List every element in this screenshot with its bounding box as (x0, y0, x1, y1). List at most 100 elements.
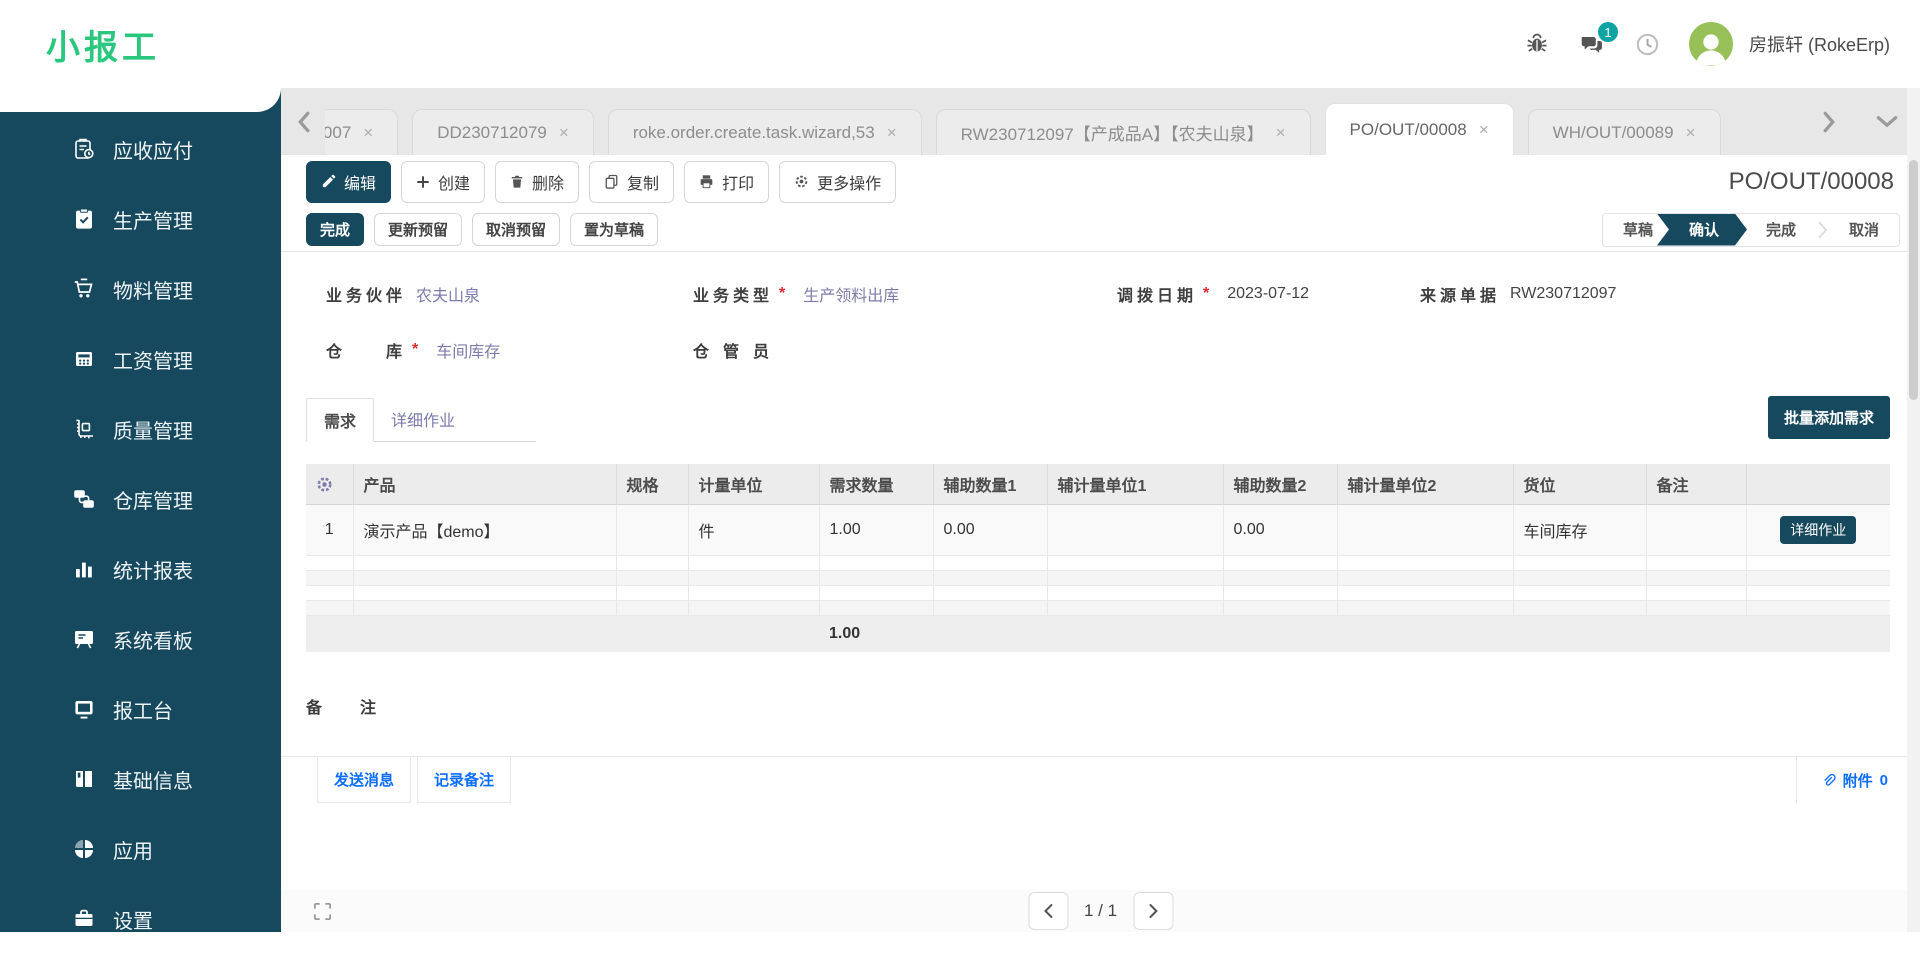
warehouse-value-link[interactable]: 车间库存 (436, 338, 500, 362)
header-rounded-corner (0, 88, 281, 112)
field-label: 仓库 (326, 344, 402, 361)
table-row-empty (306, 585, 1890, 601)
sidebar-item-settings[interactable]: 设置 (0, 884, 281, 954)
debug-bug-icon[interactable] (1524, 31, 1550, 57)
sidebar-item-work-terminal[interactable]: 报工台 (0, 674, 281, 744)
chevron-right-icon (1818, 214, 1827, 246)
update-reservation-button[interactable]: 更新预留 (374, 213, 463, 246)
pager-previous-button[interactable] (1027, 892, 1068, 930)
close-icon[interactable]: × (559, 123, 569, 143)
create-button[interactable]: 创建 (401, 160, 486, 203)
pager-next-button[interactable] (1133, 892, 1174, 930)
more-actions-button[interactable]: 更多操作 (779, 160, 897, 203)
tab-demand[interactable]: 需求 (306, 398, 375, 442)
cancel-reservation-button[interactable]: 取消预留 (472, 213, 561, 246)
tabs-list-chevron-down-icon[interactable] (1876, 115, 1898, 128)
close-icon[interactable]: × (1686, 123, 1696, 143)
column-config-cell[interactable] (306, 464, 354, 505)
close-icon[interactable]: × (1479, 120, 1489, 140)
sidebar-item-quality[interactable]: 质量管理 (0, 394, 281, 464)
scrollbar-thumb[interactable] (1909, 160, 1918, 400)
tab-detailed-operations[interactable]: 详细作业 (374, 398, 472, 441)
tab-document-wh-out-00089[interactable]: WH/OUT/00089 × (1527, 109, 1721, 155)
receivable-payable-icon (72, 137, 96, 161)
edit-button[interactable]: 编辑 (306, 160, 392, 203)
partner-value-link[interactable]: 农夫山泉 (416, 282, 480, 306)
payroll-icon (72, 347, 96, 371)
tabs-scroll-right-icon[interactable] (1823, 111, 1836, 133)
status-step-done[interactable]: 完成 (1746, 214, 1816, 246)
send-message-button[interactable]: 发送消息 (317, 757, 412, 803)
batch-add-demand-button[interactable]: 批量添加需求 (1767, 396, 1890, 439)
close-icon[interactable]: × (1276, 123, 1286, 143)
scrollbar[interactable] (1907, 88, 1920, 932)
sidebar-item-warehouse[interactable]: 仓库管理 (0, 464, 281, 534)
close-icon[interactable]: × (887, 123, 897, 143)
print-button[interactable]: 打印 (684, 160, 770, 203)
sidebar-item-material[interactable]: 物料管理 (0, 254, 281, 324)
tab-document-po-out-00008[interactable]: PO/OUT/00008 × (1324, 103, 1514, 155)
chevron-left-icon (1043, 904, 1052, 918)
column-header[interactable]: 辅助数量2 (1223, 464, 1338, 505)
sidebar-item-apps[interactable]: 应用 (0, 814, 281, 884)
business-type-value-link[interactable]: 生产领料出库 (803, 282, 899, 306)
messages-icon[interactable]: 1 (1578, 22, 1618, 57)
column-header[interactable]: 需求数量 (819, 464, 934, 505)
column-header[interactable]: 备注 (1646, 464, 1747, 505)
cell-note (1646, 504, 1747, 556)
log-note-button[interactable]: 记录备注 (417, 757, 512, 803)
column-header[interactable]: 货位 (1513, 464, 1647, 505)
settings-icon (72, 907, 96, 931)
sidebar-item-base-info[interactable]: 基础信息 (0, 744, 281, 814)
field-transfer-date: 调拨日期 * 2023-07-12 (1117, 282, 1420, 306)
cell-product[interactable]: 演示产品【demo】 (353, 504, 617, 556)
dashboard-icon (72, 627, 96, 651)
attachments-button[interactable]: 附件 0 (1795, 757, 1920, 803)
tab-document-wizard[interactable]: roke.order.create.task.wizard,53 × (607, 109, 922, 155)
sidebar-item-reports[interactable]: 统计报表 (0, 534, 281, 604)
footer-bar: 1 / 1 (281, 890, 1920, 932)
field-warehouse-keeper: 仓管员 (693, 338, 1117, 362)
fullscreen-icon[interactable] (313, 902, 332, 921)
tab-document-rw230712097[interactable]: RW230712097【产成品A】【农夫山泉】 × (935, 109, 1311, 155)
app-logo: 小报工 (46, 28, 160, 67)
avatar[interactable] (1688, 22, 1733, 66)
sidebar-item-receivable-payable[interactable]: 应收应付 (0, 114, 281, 184)
close-icon[interactable]: × (363, 123, 373, 143)
status-step-confirmed[interactable]: 确认 (1657, 214, 1747, 246)
column-header[interactable]: 产品 (353, 464, 617, 505)
column-header[interactable]: 辅助数量1 (933, 464, 1048, 505)
sidebar-item-payroll[interactable]: 工资管理 (0, 324, 281, 394)
tabs-scroll-left-icon[interactable] (297, 111, 310, 133)
delete-button[interactable]: 删除 (495, 160, 580, 203)
activities-clock-icon[interactable] (1634, 31, 1661, 58)
trash-icon (511, 175, 523, 188)
cell-aux-uom1 (1047, 504, 1224, 556)
tabs-viewport: 00007 × DD230712079 × roke.order.create.… (325, 88, 1785, 155)
column-header[interactable]: 计量单位 (688, 464, 820, 505)
cell-aux-qty1: 0.00 (933, 504, 1048, 556)
tab-document-00007[interactable]: 00007 × (325, 109, 399, 155)
cell-aux-uom2 (1337, 504, 1514, 556)
gear-icon (317, 476, 332, 492)
production-icon (72, 207, 96, 231)
copy-button[interactable]: 复制 (589, 160, 675, 203)
sidebar-item-label: 物料管理 (113, 280, 193, 303)
column-header[interactable]: 规格 (616, 464, 689, 505)
tab-label: 00007 (325, 122, 352, 142)
column-header[interactable]: 辅计量单位1 (1047, 464, 1224, 505)
done-button[interactable]: 完成 (306, 213, 365, 246)
detailed-operations-badge-button[interactable]: 详细作业 (1780, 516, 1857, 544)
paperclip-icon (1823, 773, 1836, 786)
set-draft-button[interactable]: 置为草稿 (570, 213, 659, 246)
tab-document-dd230712079[interactable]: DD230712079 × (412, 109, 594, 155)
status-pipeline: 草稿 确认 完成 取消 (1601, 212, 1900, 247)
demand-table-wrap: 产品 规格 计量单位 需求数量 辅助数量1 辅计量单位1 辅助数量2 辅计量单位… (306, 464, 1890, 652)
table-row[interactable]: 1 演示产品【demo】 件 1.00 0.00 0.00 车间库存 详细作业 (306, 504, 1890, 556)
column-header[interactable]: 辅计量单位2 (1337, 464, 1514, 505)
user-name[interactable]: 房振轩 (RokeErp) (1749, 31, 1890, 57)
document-toolbar: 编辑 创建 删除 复制 打印 更多操作 PO/OUT/00008 (281, 155, 1920, 208)
sidebar-item-production[interactable]: 生产管理 (0, 184, 281, 254)
status-step-cancelled[interactable]: 取消 (1829, 214, 1899, 246)
sidebar-item-dashboard[interactable]: 系统看板 (0, 604, 281, 674)
